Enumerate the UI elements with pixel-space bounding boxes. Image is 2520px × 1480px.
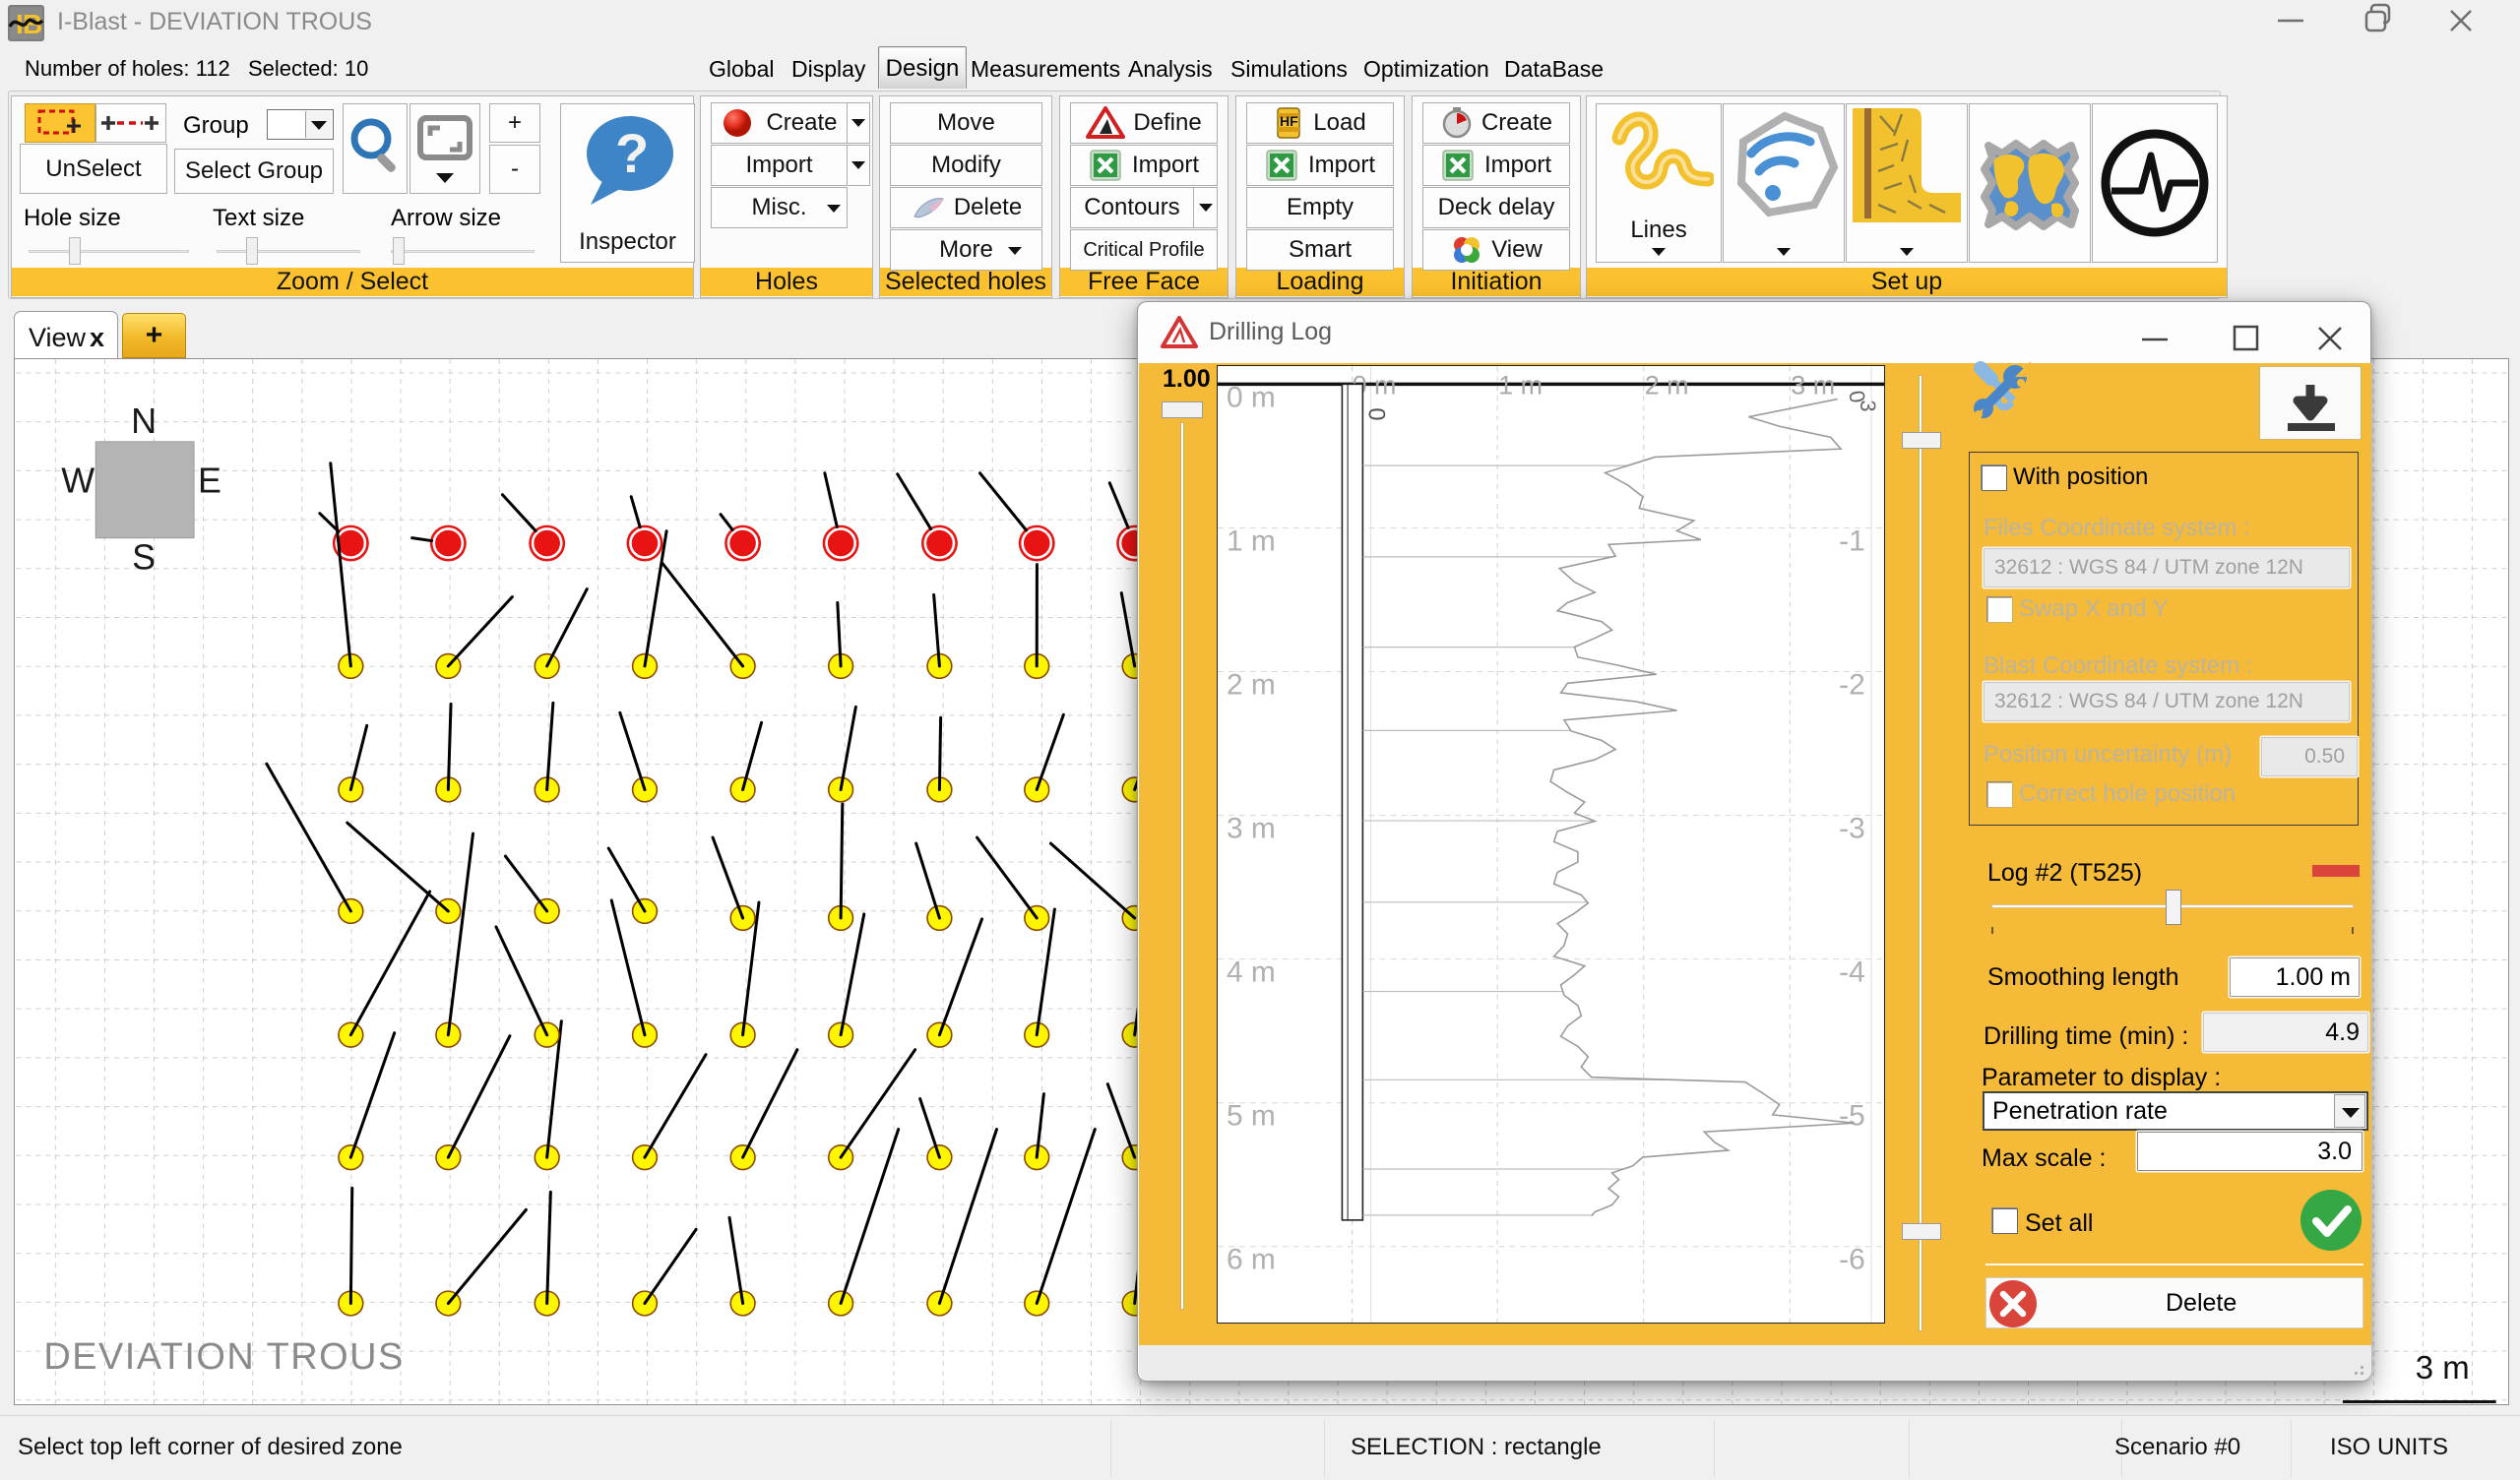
svg-text:2 m: 2 m (1645, 370, 1689, 400)
svg-text:0 m: 0 m (1227, 381, 1276, 413)
svg-text:5 m: 5 m (1227, 1100, 1276, 1133)
svg-text:W: W (61, 461, 94, 501)
svg-text:3 m: 3 m (1227, 813, 1276, 845)
svg-text:N: N (131, 401, 157, 441)
svg-text:6 m: 6 m (1227, 1244, 1276, 1276)
svg-text:S: S (132, 537, 156, 578)
svg-text:-3: -3 (1839, 813, 1865, 845)
svg-text:1 m: 1 m (1498, 370, 1543, 400)
svg-text:1 m: 1 m (1227, 524, 1276, 557)
svg-text:-2: -2 (1839, 668, 1865, 701)
svg-text:E: E (198, 461, 221, 501)
svg-text:-1: -1 (1839, 524, 1865, 557)
svg-text:0: 0 (1363, 407, 1390, 420)
svg-text:4 m: 4 m (1227, 956, 1276, 989)
svg-text:3 m: 3 m (1791, 370, 1835, 400)
svg-text:-6: -6 (1839, 1244, 1865, 1276)
svg-text:-5: -5 (1839, 1100, 1865, 1133)
svg-text:DEVIATION TROUS: DEVIATION TROUS (43, 1336, 404, 1378)
svg-text:HF: HF (1280, 113, 1298, 129)
svg-text:?: ? (615, 122, 649, 184)
svg-text:3 m: 3 m (2416, 1349, 2470, 1386)
svg-text:3: 3 (1856, 400, 1880, 411)
svg-text:-4: -4 (1839, 956, 1865, 989)
svg-text:2 m: 2 m (1227, 668, 1276, 701)
